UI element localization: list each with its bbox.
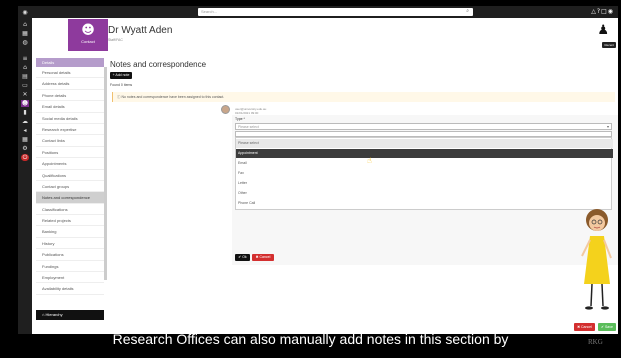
found-count: Found 0 items: [110, 83, 133, 87]
tile-label: Contact: [81, 39, 95, 44]
nav-item[interactable]: Availability details: [36, 283, 104, 295]
pointer-cursor-icon: ☝: [367, 156, 372, 165]
logo-icon[interactable]: ◉: [21, 9, 29, 16]
cancel-button[interactable]: ✖ Cancel: [252, 254, 274, 261]
nav-scrollbar[interactable]: [104, 67, 107, 280]
type-select-value: Please select: [238, 125, 259, 129]
dropdown-option[interactable]: Please select: [236, 139, 613, 148]
video-caption: Research Offices can also manually add n…: [112, 331, 509, 347]
nav-item[interactable]: Qualifications: [36, 170, 104, 181]
nav-item[interactable]: Research expertise: [36, 124, 104, 136]
document-icon[interactable]: ▮: [21, 109, 29, 116]
search-icon[interactable]: ⌕: [466, 8, 469, 14]
dropdown-option[interactable]: Other: [236, 189, 613, 198]
hierarchy-button[interactable]: ⌂ Hierarchy: [36, 310, 104, 320]
nav-item[interactable]: Personal details: [36, 67, 104, 79]
monitor-icon[interactable]: ▭: [21, 82, 29, 89]
nav-item[interactable]: Contact groups: [36, 181, 104, 193]
presenter-illustration: [581, 209, 612, 310]
nav-item[interactable]: Appointments: [36, 158, 104, 170]
calendar-icon[interactable]: ▦: [21, 30, 29, 37]
top-bar: Search... ⌕ △?□◉: [32, 6, 618, 18]
nav-item[interactable]: Notes and correspondence: [36, 192, 104, 204]
nav-items: Personal details Address details Phone det…: [36, 67, 104, 295]
nav-item[interactable]: Social media details: [36, 113, 104, 124]
grid-icon[interactable]: ▦: [21, 136, 29, 143]
nav-item[interactable]: Publications: [36, 249, 104, 261]
tools-icon[interactable]: ✕: [21, 91, 29, 98]
contacts-icon[interactable]: ☻: [21, 100, 29, 107]
nav-item[interactable]: Classifications: [36, 204, 104, 216]
chevron-down-icon[interactable]: ▾: [607, 124, 609, 129]
nav-item[interactable]: Positions: [36, 147, 104, 159]
notice-text: No notes and correspondence have been as…: [121, 95, 225, 99]
send-icon[interactable]: ◂: [21, 127, 29, 134]
menu-icon[interactable]: ≡: [21, 55, 29, 62]
nav-item[interactable]: Related projects: [36, 215, 104, 227]
cloud-icon[interactable]: ☁: [21, 118, 29, 125]
search-input[interactable]: Search... ⌕: [198, 8, 473, 16]
dashboard-icon[interactable]: ◍: [21, 39, 29, 46]
nav-item[interactable]: Address details: [36, 78, 104, 90]
page-subtitle: Staff/FAC: [108, 38, 123, 42]
cancel-label: Cancel: [259, 255, 271, 259]
type-dropdown: Please select Appointment Email Fax Letter Ot…: [235, 137, 613, 210]
ok-button[interactable]: ✔ Ok: [235, 254, 250, 261]
icon-rail: ◉ ⌂ ▦ ◍ ≡ ⌂ ▤ ▭ ✕ ☻ ▮ ☁ ◂ ▦ ⚙ ⏻: [18, 6, 32, 334]
user-icon[interactable]: ♟: [597, 23, 609, 38]
section-title: Notes and correspondence: [110, 60, 207, 69]
dropdown-option[interactable]: Phone Call: [236, 199, 613, 208]
top-right-icons[interactable]: △?□◉: [591, 8, 614, 15]
nav-item[interactable]: Phone details: [36, 90, 104, 102]
power-icon[interactable]: ⏻: [21, 154, 29, 161]
settings-icon[interactable]: ◉: [608, 8, 614, 15]
page-title: Dr Wyatt Aden: [108, 25, 173, 36]
side-nav: Details Personal details Address details P…: [36, 58, 104, 320]
nav-item[interactable]: Fundings: [36, 261, 104, 273]
nav-item[interactable]: Banking: [36, 226, 104, 238]
hierarchy-label: Hierarchy: [45, 312, 63, 317]
institution-icon[interactable]: ⌂: [21, 64, 29, 71]
add-note-label: Add note: [115, 73, 130, 77]
nav-section-details[interactable]: Details: [36, 58, 104, 67]
avatar: [221, 105, 230, 114]
add-note-button[interactable]: + Add note: [110, 72, 132, 79]
dropdown-option[interactable]: Appointment: [236, 149, 613, 158]
window-icon[interactable]: □: [601, 8, 608, 15]
nav-item[interactable]: Employment: [36, 272, 104, 284]
dropdown-option[interactable]: Email: [236, 159, 613, 168]
ok-label: Ok: [242, 255, 247, 259]
home-icon[interactable]: ⌂: [21, 21, 29, 28]
dropdown-option[interactable]: Fax: [236, 169, 613, 178]
contact-tile: ☻ Contact: [68, 19, 108, 51]
calendar-icon[interactable]: ▤: [21, 73, 29, 80]
dropdown-option[interactable]: Letter: [236, 179, 613, 188]
contacts-icon: ☻: [81, 23, 95, 38]
app-window: ◉ ⌂ ▦ ◍ ≡ ⌂ ▤ ▭ ✕ ☻ ▮ ☁ ◂ ▦ ⚙ ⏻ Search..…: [18, 6, 618, 334]
search-placeholder: Search...: [201, 9, 218, 14]
type-label: Type *: [235, 117, 245, 121]
nav-item[interactable]: Contact links: [36, 135, 104, 147]
empty-notice: ⓘ No notes and correspondence have been …: [112, 92, 615, 102]
nav-item[interactable]: Email details: [36, 101, 104, 113]
type-select[interactable]: Please select ▾: [235, 123, 612, 130]
settings-icon[interactable]: ⚙: [21, 145, 29, 152]
nav-item[interactable]: History: [36, 238, 104, 250]
user-button[interactable]: Recent: [602, 42, 616, 48]
watermark: RKG: [588, 338, 603, 346]
